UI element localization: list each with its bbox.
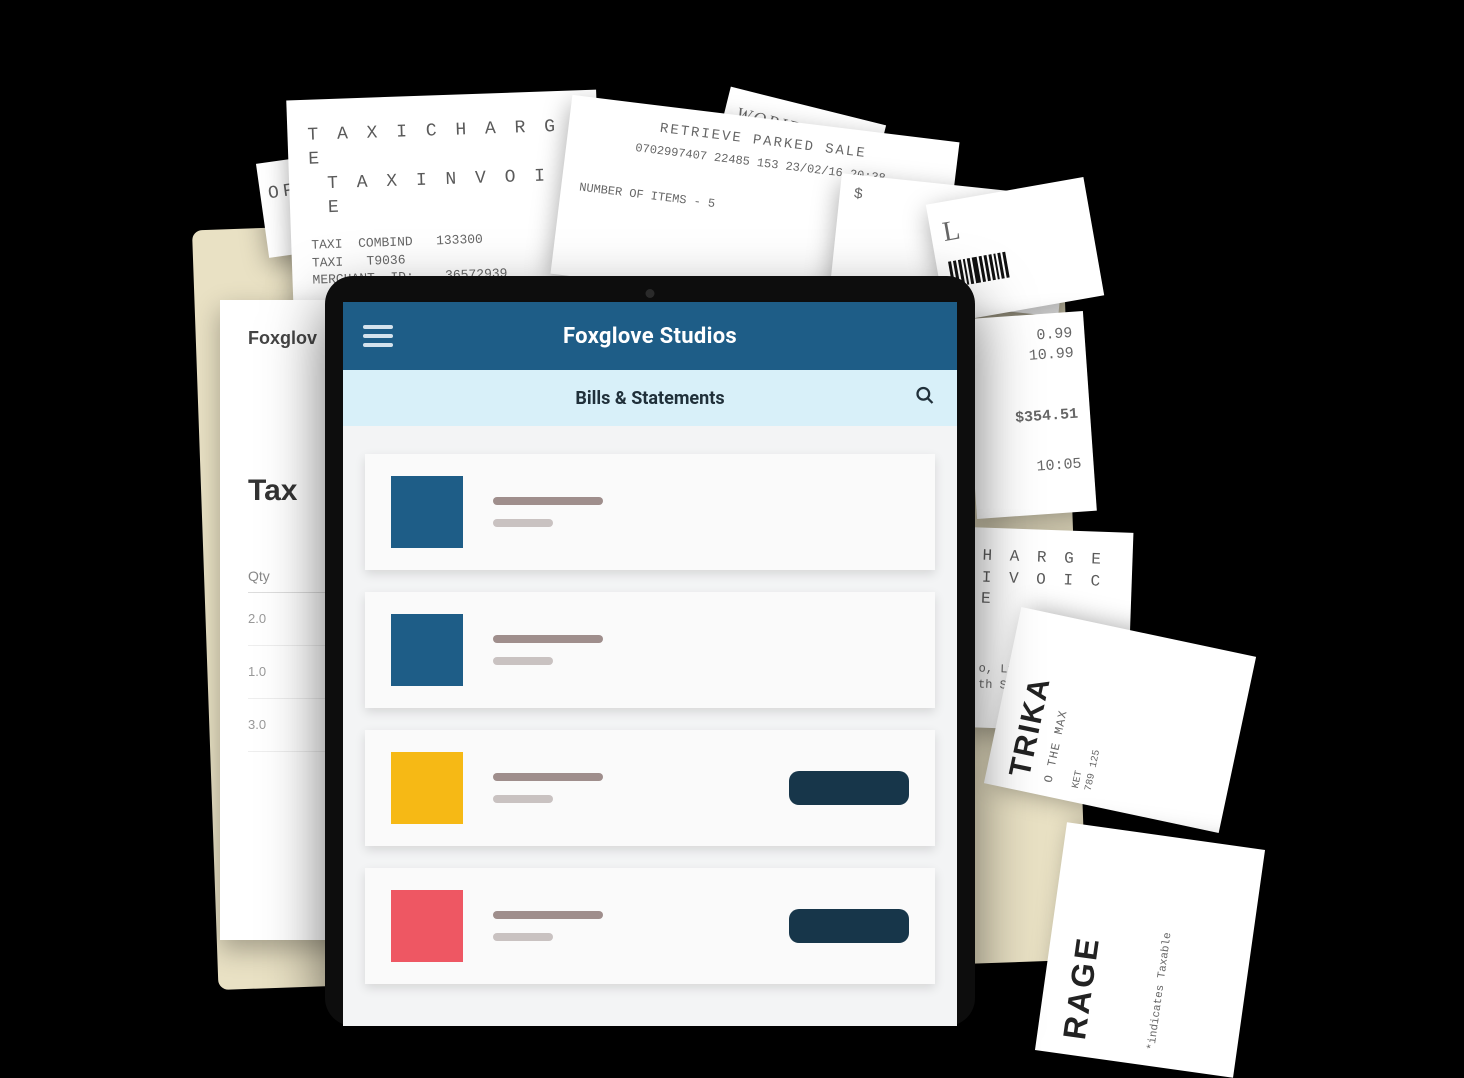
placeholder-line: [493, 635, 603, 643]
placeholder-line: [493, 497, 603, 505]
list-item-thumb: [391, 614, 463, 686]
app-screen: Foxglove Studios Bills & Statements: [343, 302, 957, 1026]
receipt-off-label: OFF: [267, 168, 373, 207]
receipt-harge: H A R G E I V O I C E o, Ltd th St,: [967, 527, 1134, 732]
status-pill: [789, 771, 909, 805]
retrieve-title: RETRIEVE PARKED SALE: [586, 111, 940, 173]
receipt-rage: RAGE *indicates Taxable: [1035, 822, 1265, 1078]
list-item-thumb: [391, 752, 463, 824]
receipt-values: 0.99 10.99 $354.51 10:05: [963, 311, 1097, 519]
rage-title: RAGE: [1053, 840, 1123, 1042]
placeholder-line: [493, 657, 553, 665]
retrieve-detail: 0702997407 22485 153 23/02/16 20:38: [584, 134, 937, 193]
receipt-off: OFF: [256, 147, 388, 258]
list-item-thumb: [391, 476, 463, 548]
list-item-lines: [493, 497, 909, 527]
placeholder-line: [493, 911, 603, 919]
ltd-line: o, Ltd: [978, 660, 1118, 681]
val-c: $354.51: [982, 404, 1079, 431]
trika-small: KET 789 125: [1070, 638, 1128, 792]
receipt-worid: WORID: [714, 87, 886, 194]
l-tag: L: [940, 191, 1080, 252]
list-item-lines: [493, 635, 909, 665]
barcode-icon: [948, 238, 1088, 294]
hamburger-icon[interactable]: [363, 325, 393, 347]
trika-title: TRIKA: [1001, 624, 1072, 781]
placeholder-line: [493, 933, 553, 941]
receipt-trika: TRIKA O THE MAX KET 789 125: [984, 607, 1256, 833]
list-item[interactable]: [365, 868, 935, 984]
sub-header: Bills & Statements: [343, 370, 957, 426]
taxicharge-title2: T A X I N V O I C E: [327, 163, 581, 220]
placeholder-line: [493, 795, 553, 803]
list-item[interactable]: [365, 592, 935, 708]
trika-sub: O THE MAX: [1040, 632, 1087, 784]
tablet-camera: [646, 289, 655, 298]
tablet-frame: Foxglove Studios Bills & Statements: [325, 276, 975, 1026]
val-d: 10:05: [985, 454, 1082, 481]
app-title: Foxglove Studios: [393, 324, 907, 349]
list-item-thumb: [391, 890, 463, 962]
app-header: Foxglove Studios: [343, 302, 957, 370]
worid-label: WORID: [734, 101, 872, 157]
rage-note: *indicates Taxable: [1145, 853, 1187, 1051]
dollar-symbol: $: [853, 185, 864, 206]
sub-header-title: Bills & Statements: [575, 388, 724, 409]
placeholder-line: [493, 773, 603, 781]
list-item-lines: [493, 911, 759, 941]
val-b: 10.99: [977, 344, 1074, 371]
search-icon[interactable]: [915, 386, 935, 411]
val-a: 0.99: [976, 324, 1073, 351]
bills-list: [343, 426, 957, 984]
list-item[interactable]: [365, 730, 935, 846]
price-800: 800.00: [848, 231, 1051, 274]
st-line: th St,: [978, 676, 1118, 697]
items-line: NUMBER OF ITEMS - 5: [578, 180, 931, 239]
placeholder-line: [493, 519, 553, 527]
status-pill: [789, 909, 909, 943]
list-item-lines: [493, 773, 759, 803]
harge-title: H A R G E: [982, 546, 1123, 572]
list-item[interactable]: [365, 454, 935, 570]
taxicharge-title1: T A X I C H A R G E: [307, 114, 579, 172]
ivoice-title: I V O I C E: [981, 567, 1122, 615]
